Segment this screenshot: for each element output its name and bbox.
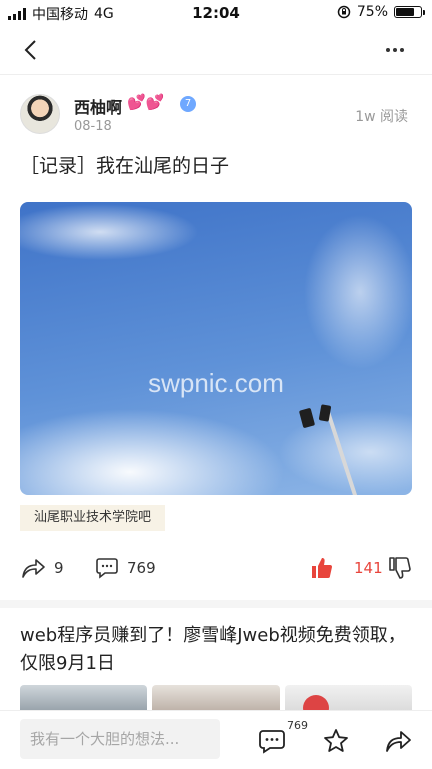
comment-icon[interactable] [258,727,286,755]
share-icon [22,559,45,578]
share-count: 9 [54,559,64,577]
forum-tag[interactable]: 汕尾职业技术学院吧 [20,505,166,531]
forward-icon[interactable] [384,727,412,755]
post-date: 08-18 [74,119,112,134]
rotation-lock-icon [337,5,351,19]
comment-count: 769 [127,559,156,577]
like-count: 141 [354,559,383,577]
image-watermark: swpnic.com [148,368,284,398]
battery-icon [394,6,425,18]
author-name[interactable]: 西柚啊 [74,94,122,118]
action-bar: 9 769 141 [0,556,432,588]
nav-bar [0,26,432,75]
post-image[interactable]: swpnic.com [20,202,412,495]
avatar[interactable] [20,94,60,134]
back-icon[interactable] [18,36,46,64]
author-row: 西柚啊 💕💕 7 08-18 1w 阅读 [20,93,412,138]
comment-count-badge: 769 [287,719,308,732]
thumb-down-icon [389,557,411,579]
level-badge-icon: 7 [180,96,196,112]
thumb-up-icon [312,558,332,578]
author-emoji: 💕💕 [127,93,165,111]
divider [0,600,432,608]
more-icon[interactable] [386,38,412,62]
star-icon[interactable] [322,727,350,755]
bottom-bar: 769 [0,710,432,769]
like-button[interactable]: 141 [310,556,383,580]
comment-button[interactable]: 769 [95,556,156,580]
comment-input[interactable] [20,719,220,759]
dislike-button[interactable] [388,556,412,580]
status-bar: 中国移动 4G 12:04 75% [0,0,432,26]
share-button[interactable]: 9 [20,556,64,580]
post-title: ［记录］我在汕尾的日子 [20,155,230,177]
comment-icon [96,558,118,579]
recommended-post-title[interactable]: web程序员赚到了！廖雪峰Jweb视频免费领取，仅限9月1日 [20,622,412,678]
read-count: 1w 阅读 [355,109,408,125]
battery-text: 75% [356,4,388,20]
